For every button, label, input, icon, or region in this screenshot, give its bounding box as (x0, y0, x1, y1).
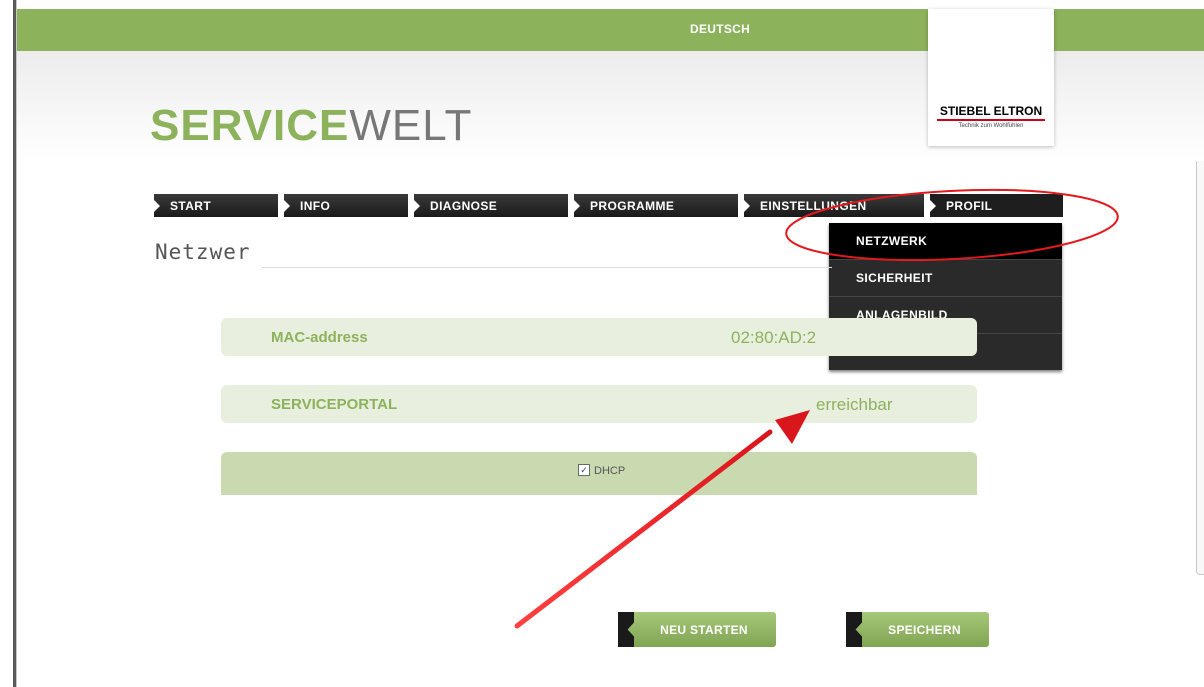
brand-rule (937, 119, 1045, 121)
language-link[interactable]: DEUTSCH (690, 22, 750, 36)
nav-profil-label: PROFIL (946, 198, 993, 213)
serviceportal-label: SERVICEPORTAL (271, 396, 398, 413)
nav-programme-label: PROGRAMME (590, 198, 675, 213)
menu-item-netzwerk[interactable]: NETZWERK (829, 223, 1062, 259)
nav-info[interactable]: INFO (284, 194, 408, 217)
nav-start[interactable]: START (154, 194, 278, 217)
brand-logo[interactable]: STIEBEL ELTRON Technik zum Wohlfühlen (928, 9, 1054, 146)
triangle-icon (154, 200, 160, 212)
serviceportal-status: erreichbar (816, 395, 893, 414)
nav-programme[interactable]: PROGRAMME (574, 194, 738, 217)
dhcp-label: DHCP (594, 465, 626, 477)
triangle-icon (414, 200, 420, 212)
restart-button-label: NEU STARTEN (660, 622, 748, 637)
mac-address-row: MAC-address 02:80:AD:2 (221, 318, 977, 356)
restart-button[interactable]: NEU STARTEN (618, 612, 776, 647)
triangle-icon (930, 200, 936, 212)
nav-diagnose[interactable]: DIAGNOSE (414, 194, 568, 217)
button-notch-icon (618, 612, 634, 647)
button-notch-icon (846, 612, 862, 647)
dhcp-row: ✓ DHCP (221, 452, 977, 495)
dhcp-checkbox[interactable]: ✓ (578, 464, 590, 476)
triangle-icon (284, 200, 290, 212)
nav-diagnose-label: DIAGNOSE (430, 198, 498, 213)
serviceportal-row: SERVICEPORTAL erreichbar (221, 385, 977, 423)
brand-tagline: Technik zum Wohlfühlen (958, 123, 1024, 129)
save-button[interactable]: SPEICHERN (846, 612, 989, 647)
window-edge (0, 0, 13, 687)
mac-address-value: 02:80:AD:2 (731, 328, 817, 347)
triangle-icon (574, 200, 580, 212)
site-title-welt: WELT (349, 101, 473, 150)
menu-item-sicherheit[interactable]: SICHERHEIT (829, 259, 1062, 296)
nav-einstellungen-label: EINSTELLUNGEN (760, 198, 867, 213)
page-title: Netzwer (155, 240, 251, 264)
mac-address-label: MAC-address (271, 329, 368, 346)
heading-divider (262, 267, 832, 268)
save-button-label: SPEICHERN (888, 622, 961, 637)
nav-einstellungen[interactable]: EINSTELLUNGEN (744, 194, 924, 217)
site-title-service: SERVICE (150, 101, 350, 150)
nav-info-label: INFO (300, 198, 331, 213)
nav-profil[interactable]: PROFIL (930, 194, 1063, 217)
triangle-icon (744, 200, 750, 212)
site-title: SERVICEWELT (150, 104, 472, 148)
brand-name: STIEBEL ELTRON (939, 104, 1043, 118)
nav-start-label: START (170, 198, 212, 213)
